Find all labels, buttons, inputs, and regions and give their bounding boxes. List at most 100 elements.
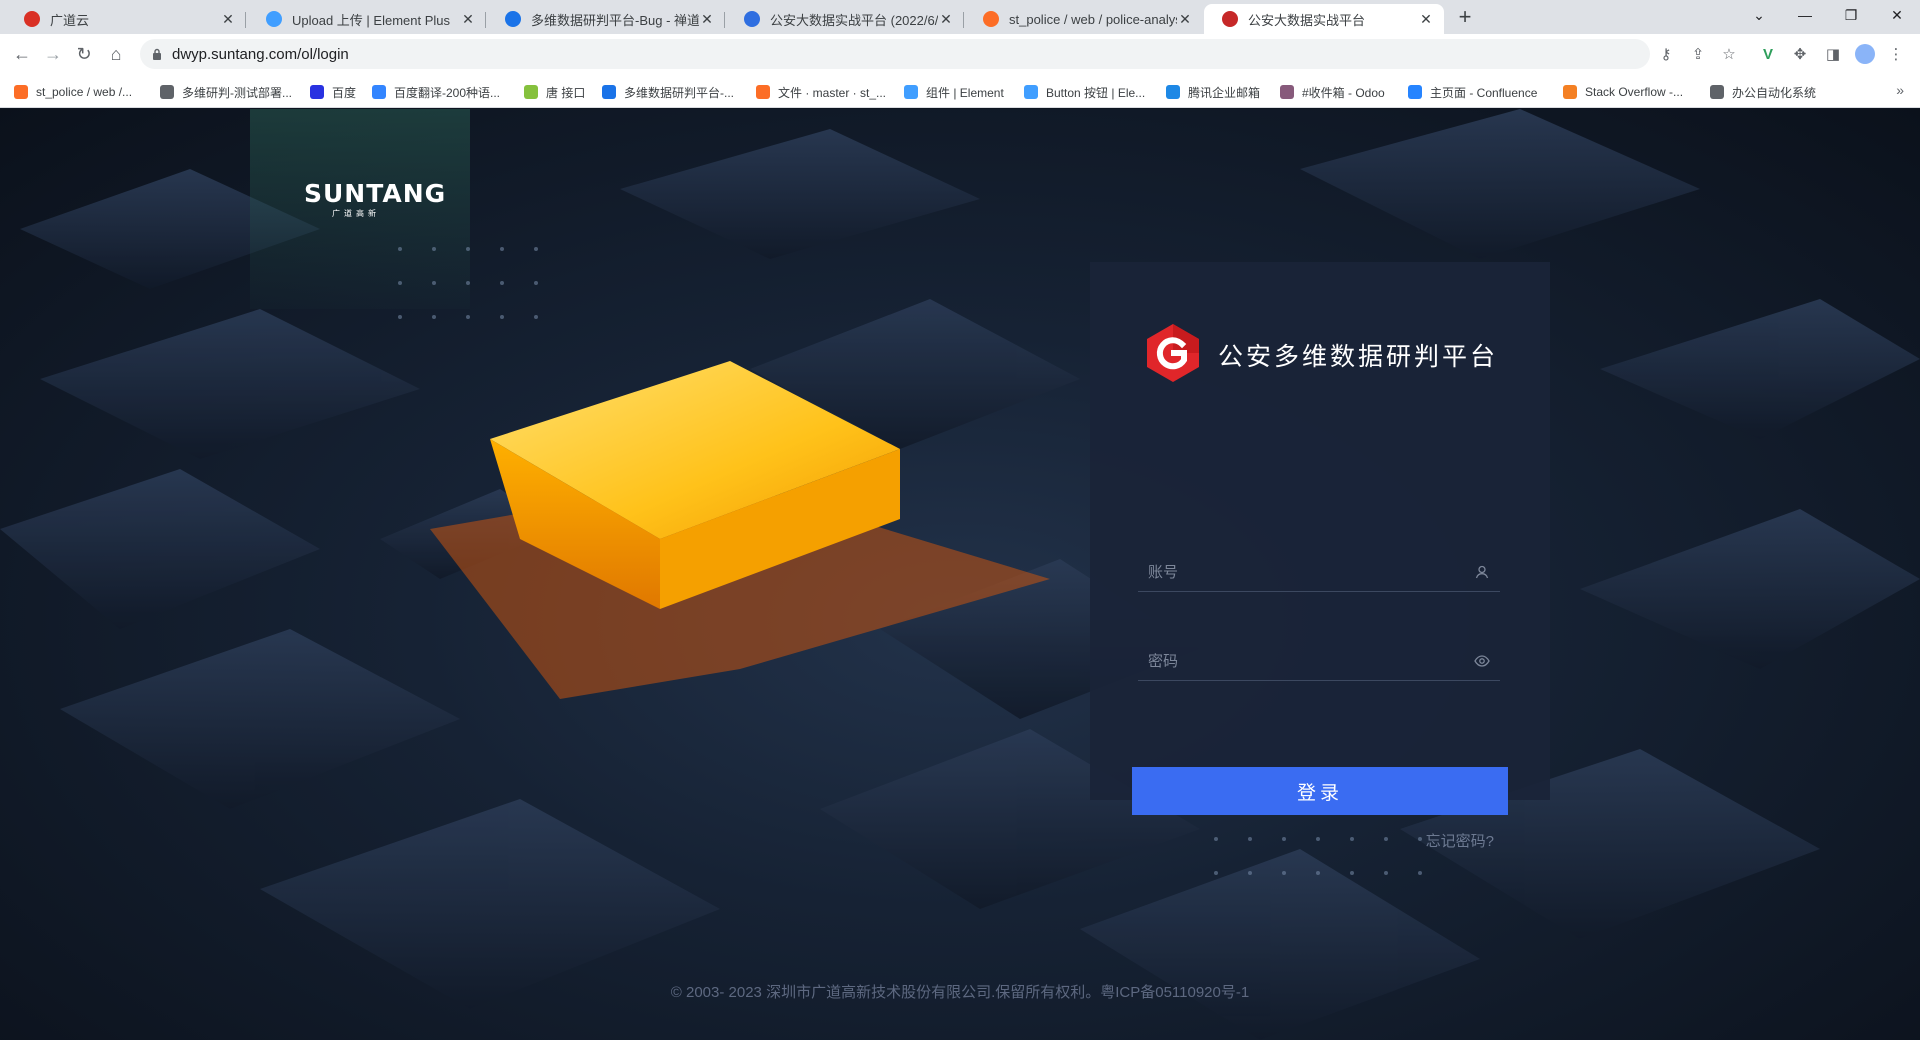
decorative-dot — [432, 281, 436, 285]
bookmark-label: 文件 · master · st_... — [778, 85, 887, 100]
eye-icon[interactable] — [1474, 653, 1490, 669]
bookmark-item[interactable]: Button 按钮 | Ele... — [1024, 83, 1145, 101]
bookmark-item[interactable]: st_police / web /... — [14, 83, 132, 101]
share-icon[interactable]: ⇪ — [1686, 42, 1710, 66]
home-icon[interactable]: ⌂ — [104, 42, 128, 66]
decorative-dot — [1214, 837, 1218, 841]
tab-separator — [485, 12, 486, 28]
browser-tab[interactable]: st_police / web / police-analys… ✕ — [965, 4, 1203, 34]
decorative-dot — [1418, 871, 1422, 875]
browser-tab[interactable]: Upload 上传 | Element Plus ✕ — [248, 4, 486, 34]
bookmark-favicon-icon — [1280, 85, 1294, 99]
back-icon[interactable]: ← — [10, 42, 34, 66]
user-icon — [1475, 565, 1489, 579]
bookmark-favicon-icon — [1024, 85, 1038, 99]
reload-icon[interactable]: ↻ — [72, 42, 96, 66]
star-icon[interactable]: ☆ — [1717, 42, 1741, 66]
decorative-dot — [500, 315, 504, 319]
browser-tab[interactable]: 公安大数据实战平台 ✕ — [1204, 4, 1444, 34]
decorative-dot — [1384, 837, 1388, 841]
tab-search-icon[interactable]: ⌄ — [1736, 0, 1782, 30]
decorative-dot — [466, 315, 470, 319]
browser-tab[interactable]: 多维数据研判平台-Bug - 禅道 ✕ — [487, 4, 725, 34]
menu-icon[interactable]: ⋮ — [1884, 42, 1908, 66]
tab-separator — [724, 12, 725, 28]
vue-extension-icon[interactable]: V — [1756, 42, 1780, 66]
bookmark-label: #收件箱 - Odoo — [1302, 85, 1385, 100]
bookmark-favicon-icon — [310, 85, 324, 99]
bookmark-label: 唐 接口 — [546, 85, 586, 100]
bookmark-favicon-icon — [1166, 85, 1180, 99]
bookmark-favicon-icon — [602, 85, 616, 99]
bookmark-item[interactable]: 多维数据研判平台-... — [602, 83, 734, 101]
url-text: dwyp.suntang.com/ol/login — [172, 45, 349, 63]
tab-close-icon[interactable]: ✕ — [938, 11, 954, 28]
minimize-icon[interactable]: — — [1782, 0, 1828, 30]
bookmark-label: 百度 — [332, 85, 357, 100]
password-input[interactable] — [1148, 647, 1448, 675]
decorative-dot — [1248, 871, 1252, 875]
bookmark-item[interactable]: 主页面 - Confluence — [1408, 83, 1537, 101]
decorative-dot — [1350, 871, 1354, 875]
login-button[interactable]: 登录 — [1132, 767, 1508, 815]
tab-favicon-icon — [744, 11, 760, 27]
bookmark-item[interactable]: 文件 · master · st_... — [756, 83, 886, 101]
bookmark-label: Button 按钮 | Ele... — [1046, 85, 1146, 100]
forward-icon[interactable]: → — [41, 42, 65, 66]
bookmark-item[interactable]: 多维研判-测试部署... — [160, 83, 292, 101]
copyright-footer: © 2003- 2023 深圳市广道高新技术股份有限公司.保留所有权利。粤ICP… — [670, 984, 1250, 1001]
tab-title: 公安大数据实战平台 — [1248, 12, 1366, 28]
bookmark-item[interactable]: 腾讯企业邮箱 — [1166, 83, 1260, 101]
decorative-dot — [1384, 871, 1388, 875]
tab-title: 广道云 — [50, 12, 90, 28]
close-window-icon[interactable]: ✕ — [1874, 0, 1920, 30]
decorative-dot — [534, 281, 538, 285]
bookmark-item[interactable]: 百度 — [310, 83, 356, 101]
bookmark-label: 组件 | Element — [926, 85, 1004, 100]
decorative-dot — [1248, 837, 1252, 841]
profile-avatar-icon[interactable] — [1853, 42, 1877, 66]
tab-close-icon[interactable]: ✕ — [699, 11, 715, 28]
bookmark-label: st_police / web /... — [36, 85, 133, 99]
tab-close-icon[interactable]: ✕ — [1418, 11, 1434, 28]
account-input[interactable] — [1148, 558, 1448, 586]
bookmark-item[interactable]: 唐 接口 — [524, 83, 585, 101]
decorative-dot — [1418, 837, 1422, 841]
brand-logo-text: SUNTANG — [304, 179, 447, 208]
new-tab-button[interactable]: + — [1453, 6, 1477, 30]
tab-separator — [963, 12, 964, 28]
key-icon[interactable]: ⚷ — [1654, 42, 1678, 66]
restore-icon[interactable]: ❐ — [1828, 0, 1874, 30]
decorative-dot — [1282, 871, 1286, 875]
tab-title: 公安大数据实战平台 (2022/6/1… — [770, 12, 938, 28]
bookmark-label: 多维研判-测试部署... — [182, 85, 292, 100]
decorative-dots — [398, 247, 568, 319]
bookmark-item[interactable]: 办公自动化系统 — [1710, 83, 1816, 101]
bookmarks-overflow-icon[interactable]: » — [1896, 82, 1904, 98]
tab-separator — [245, 12, 246, 28]
tab-close-icon[interactable]: ✕ — [220, 11, 236, 28]
tab-close-icon[interactable]: ✕ — [460, 11, 476, 28]
bookmark-label: Stack Overflow -... — [1585, 85, 1684, 99]
address-bar[interactable]: dwyp.suntang.com/ol/login — [140, 39, 1650, 69]
forgot-password-link[interactable]: 忘记密码? — [1426, 830, 1494, 851]
bookmark-item[interactable]: Stack Overflow -... — [1563, 83, 1683, 101]
bookmark-favicon-icon — [756, 85, 770, 99]
bookmark-item[interactable]: 百度翻译-200种语... — [372, 83, 500, 101]
password-field — [1138, 641, 1500, 681]
decorative-dot — [1316, 871, 1320, 875]
bookmark-item[interactable]: #收件箱 - Odoo — [1280, 83, 1385, 101]
browser-tab[interactable]: 广道云 ✕ — [6, 4, 246, 34]
bookmark-favicon-icon — [1563, 85, 1577, 99]
tab-title: 多维数据研判平台-Bug - 禅道 — [531, 12, 699, 28]
decorative-dot — [1282, 837, 1286, 841]
tab-favicon-icon — [266, 11, 282, 27]
tab-close-icon[interactable]: ✕ — [1177, 11, 1193, 28]
bookmark-item[interactable]: 组件 | Element — [904, 83, 1004, 101]
extensions-icon[interactable]: ✥ — [1788, 42, 1812, 66]
browser-tab[interactable]: 公安大数据实战平台 (2022/6/1…✕ — [726, 4, 964, 34]
decorative-dot — [432, 247, 436, 251]
tab-favicon-icon — [24, 11, 40, 27]
side-panel-icon[interactable]: ◨ — [1821, 42, 1845, 66]
decorative-dot — [1316, 837, 1320, 841]
